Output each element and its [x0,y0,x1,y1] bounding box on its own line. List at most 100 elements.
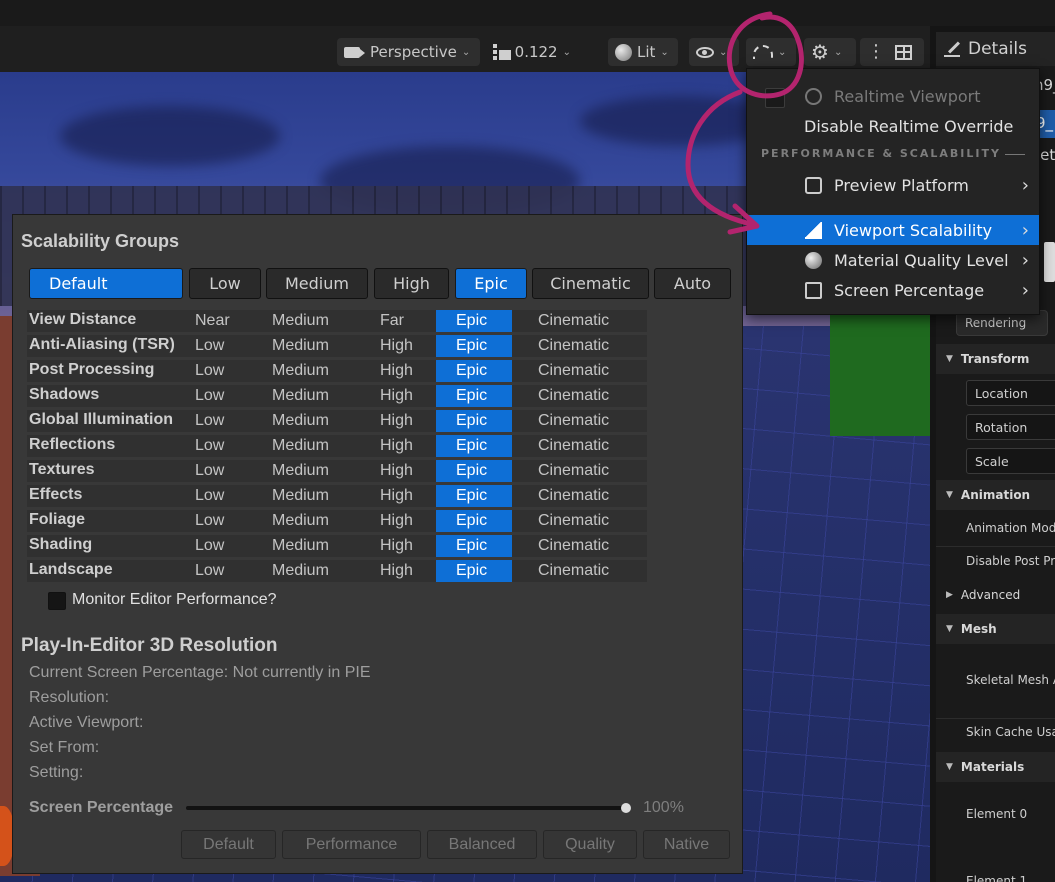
animation-section[interactable]: ▼ Animation [936,480,1055,510]
quality-level-option[interactable]: Cinematic [532,310,642,332]
quality-level-option[interactable]: Cinematic [532,485,642,507]
settings-button[interactable]: ⚙ ⌄ [804,38,856,66]
quality-level-option[interactable]: Medium [266,410,356,432]
quality-level-option[interactable]: Low [189,510,249,532]
quality-level-option[interactable]: Medium [266,310,356,332]
preset-high-button[interactable]: High [374,268,449,299]
preset-epic-button[interactable]: Epic [455,268,527,299]
realtime-checkbox[interactable] [765,88,785,108]
quality-level-option[interactable]: Medium [266,460,356,482]
quality-level-option[interactable]: Low [189,560,249,582]
quality-level-option[interactable]: Low [189,385,249,407]
quality-level-option[interactable]: Cinematic [532,510,642,532]
quality-level-option[interactable]: Low [189,335,249,357]
kebab-menu-icon[interactable]: ⋮ [867,43,885,61]
quality-level-option[interactable]: Medium [266,510,356,532]
quality-level-option[interactable]: Epic [436,560,512,582]
preset-default-button[interactable]: Default [29,268,183,299]
realtime-viewport-item[interactable]: Realtime Viewport [747,81,1039,111]
quality-level-option[interactable]: Low [189,435,249,457]
performance-button[interactable]: ⌄ [746,38,796,66]
pie-performance-button[interactable]: Performance [282,830,421,859]
show-flags-button[interactable]: ⌄ [689,38,739,66]
slider-thumb[interactable] [621,803,631,813]
pie-quality-button[interactable]: Quality [543,830,637,859]
quality-level-option[interactable]: Medium [266,435,356,457]
quality-level-option[interactable]: Low [189,410,249,432]
quality-level-option[interactable]: High [374,510,434,532]
viewport-scalability-item[interactable]: Viewport Scalability › [747,215,1039,245]
quality-level-option[interactable]: High [374,535,434,557]
quality-level-option[interactable]: Epic [436,335,512,357]
quality-level-option[interactable]: Low [189,360,249,382]
quality-level-option[interactable]: Low [189,460,249,482]
location-dropdown[interactable]: Location [966,380,1055,406]
quality-level-option[interactable]: Cinematic [532,335,642,357]
quality-level-option[interactable]: High [374,385,434,407]
rotation-dropdown[interactable]: Rotation [966,414,1055,440]
preview-platform-item[interactable]: Preview Platform › [747,170,1039,200]
chevron-down-icon: ⌄ [660,46,669,58]
disable-post-process-label: Disable Post Pro [966,554,1055,568]
quality-level-option[interactable]: Medium [266,335,356,357]
material-quality-item[interactable]: Material Quality Level › [747,245,1039,275]
quality-level-option[interactable]: Low [189,535,249,557]
quality-level-option[interactable]: Cinematic [532,410,642,432]
view-mode-button[interactable]: Lit ⌄ [608,38,678,66]
animation-section-label: Animation [960,488,1031,502]
camera-speed-button[interactable]: 0.122 ⌄ [486,38,578,66]
quality-level-option[interactable]: Low [189,485,249,507]
pie-native-button[interactable]: Native [643,830,730,859]
quality-level-option[interactable]: Cinematic [532,385,642,407]
preset-cinematic-button[interactable]: Cinematic [532,268,649,299]
quality-level-option[interactable]: Epic [436,435,512,457]
materials-section[interactable]: ▼ Materials [936,752,1055,782]
advanced-section[interactable]: ▶ Advanced [936,580,1055,610]
quality-level-option[interactable]: Epic [436,360,512,382]
quality-level-option[interactable]: Cinematic [532,460,642,482]
quality-level-option[interactable]: Epic [436,385,512,407]
preset-low-button[interactable]: Low [189,268,261,299]
pie-default-button[interactable]: Default [181,830,276,859]
quality-level-option[interactable]: Medium [266,360,356,382]
preset-medium-button[interactable]: Medium [266,268,368,299]
screen-percentage-slider[interactable] [186,806,627,810]
quality-level-option[interactable]: Epic [436,485,512,507]
quality-level-option[interactable]: High [374,460,434,482]
quality-level-option[interactable]: Epic [436,410,512,432]
quality-level-option[interactable]: Cinematic [532,560,642,582]
quality-level-option[interactable]: Epic [436,535,512,557]
pie-balanced-button[interactable]: Balanced [427,830,537,859]
details-tab[interactable]: Details [936,32,1055,66]
perspective-button[interactable]: Perspective ⌄ [337,38,480,66]
screen-percentage-item[interactable]: Screen Percentage › [747,275,1039,305]
quality-level-option[interactable]: Epic [436,510,512,532]
quality-level-option[interactable]: Cinematic [532,360,642,382]
quality-level-option[interactable]: Near [189,310,249,332]
quality-level-option[interactable]: High [374,410,434,432]
quality-level-option[interactable]: Cinematic [532,535,642,557]
quality-level-option[interactable]: Medium [266,385,356,407]
monitor-performance-checkbox[interactable] [48,592,66,610]
quality-level-option[interactable]: Medium [266,535,356,557]
quality-level-option[interactable]: High [374,435,434,457]
quality-level-option[interactable]: Far [374,310,434,332]
details-add-button[interactable] [1044,242,1055,282]
quality-level-option[interactable]: Medium [266,560,356,582]
mesh-section[interactable]: ▼ Mesh [936,614,1055,644]
disable-realtime-override-item[interactable]: Disable Realtime Override [747,111,1039,141]
quality-level-option[interactable]: Cinematic [532,435,642,457]
eye-icon [696,46,714,58]
quality-level-option[interactable]: High [374,560,434,582]
quality-level-option[interactable]: High [374,360,434,382]
quality-level-option[interactable]: Medium [266,485,356,507]
layout-grid-icon[interactable] [895,44,912,60]
transform-section[interactable]: ▼ Transform [936,344,1055,374]
scale-dropdown[interactable]: Scale [966,448,1055,474]
chevron-down-icon: ⌄ [719,46,728,58]
quality-level-option[interactable]: High [374,335,434,357]
quality-level-option[interactable]: Epic [436,310,512,332]
quality-level-option[interactable]: High [374,485,434,507]
preset-auto-button[interactable]: Auto [654,268,731,299]
quality-level-option[interactable]: Epic [436,460,512,482]
